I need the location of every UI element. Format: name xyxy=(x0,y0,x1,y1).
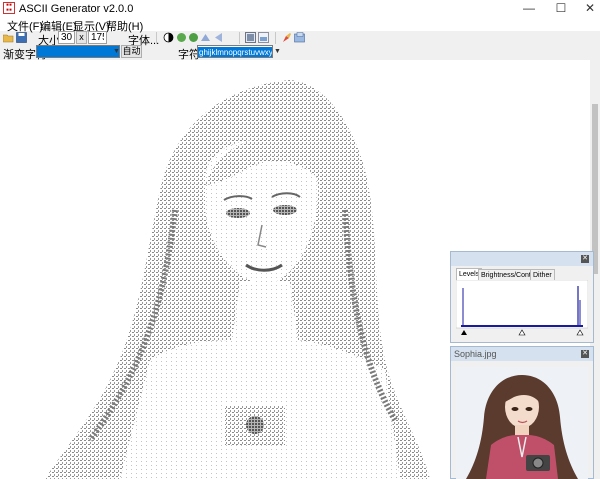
black-point-slider[interactable] xyxy=(461,330,467,335)
image-panel-header: Sophia.jpg ✕ xyxy=(451,347,593,361)
close-button[interactable]: ✕ xyxy=(576,0,600,17)
dimension-lock-button[interactable]: x xyxy=(76,31,87,44)
chars-value: ghijklmnopqrstuvwxyz5 xyxy=(198,47,272,57)
ramp-combobox[interactable] xyxy=(36,45,120,58)
color-brush-icon[interactable] xyxy=(281,32,292,43)
toolbar-separator xyxy=(275,32,276,44)
levels-panel-header: ✕ xyxy=(451,252,593,266)
main-toolbar: 大小: x 字体... xyxy=(0,31,600,47)
scrollbar-thumb[interactable] xyxy=(592,104,598,274)
app-logo-icon: ▪▪ ▪▪ xyxy=(3,2,15,14)
histogram xyxy=(456,280,588,336)
close-icon[interactable]: ✕ xyxy=(581,255,589,263)
chars-combobox[interactable]: ghijklmnopqrstuvwxyz5 xyxy=(197,45,273,58)
close-icon[interactable]: ✕ xyxy=(581,350,589,358)
auto-button[interactable]: 自动 xyxy=(121,45,142,58)
tab-dither[interactable]: Dither xyxy=(530,269,555,280)
chevron-down-icon[interactable]: ▼ xyxy=(112,45,121,58)
open-folder-icon[interactable] xyxy=(3,32,14,43)
flip-vertical-icon[interactable] xyxy=(188,32,199,43)
save-icon[interactable] xyxy=(16,32,27,43)
rotate-icon[interactable] xyxy=(200,32,211,43)
export-image-icon[interactable] xyxy=(294,32,305,43)
image-preview-panel: Sophia.jpg ✕ xyxy=(450,346,594,479)
white-point-slider[interactable] xyxy=(576,329,584,336)
source-image-thumbnail xyxy=(456,367,588,479)
image-view-icon[interactable] xyxy=(258,32,269,43)
text-view-icon[interactable] xyxy=(245,32,256,43)
invert-icon[interactable] xyxy=(163,32,174,43)
midtone-slider[interactable] xyxy=(518,329,526,336)
toolbar-separator xyxy=(156,32,157,44)
width-input[interactable] xyxy=(58,31,75,44)
toolbar-separator xyxy=(239,32,240,44)
chevron-down-icon[interactable]: ▼ xyxy=(273,45,282,58)
maximize-button[interactable]: ☐ xyxy=(547,0,575,17)
height-input[interactable] xyxy=(88,31,107,44)
character-toolbar: 渐变字符: ▼ 自动 字符: ghijklmnopqrstuvwxyz5 ▼ xyxy=(0,45,600,61)
image-panel-title: Sophia.jpg xyxy=(454,349,497,359)
levels-panel: ✕ Levels Brightness/Contrast Dither xyxy=(450,251,594,343)
flip-horizontal-icon[interactable] xyxy=(176,32,187,43)
title-bar: ▪▪ ▪▪ ASCII Generator v2.0.0 — ☐ ✕ xyxy=(0,0,600,17)
mirror-icon[interactable] xyxy=(213,32,224,43)
window-title: ASCII Generator v2.0.0 xyxy=(19,3,134,15)
minimize-button[interactable]: — xyxy=(515,0,543,17)
menu-bar: 文件(F) 编辑(E) 显示(V) 帮助(H) xyxy=(0,17,600,33)
